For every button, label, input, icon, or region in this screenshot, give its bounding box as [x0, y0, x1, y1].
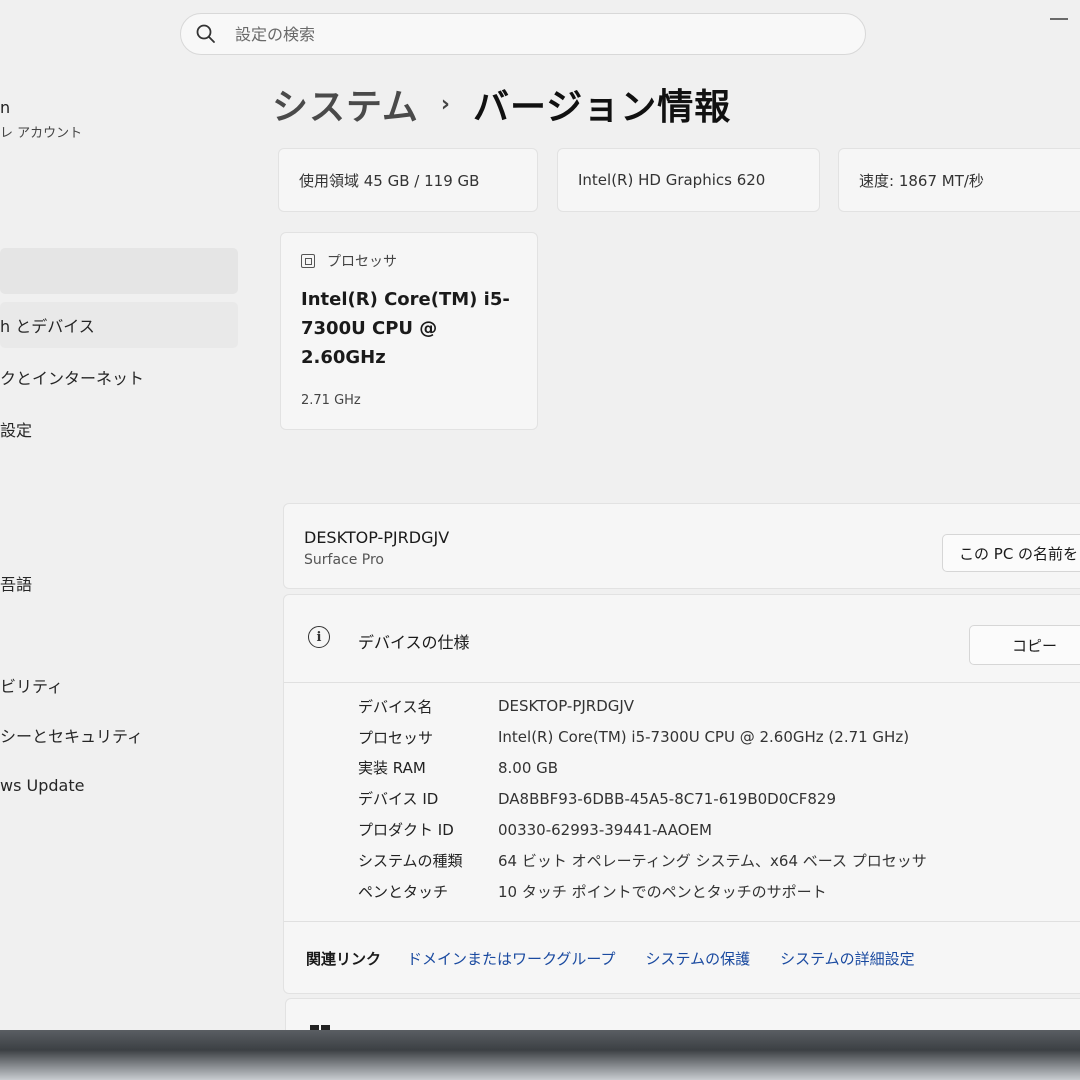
processor-name: Intel(R) Core(TM) i5-7300U CPU @ 2.60GHz: [301, 289, 510, 368]
device-bezel: [0, 1030, 1080, 1080]
spec-key: プロダクト ID: [358, 821, 454, 840]
processor-card-heading: プロセッサ: [327, 254, 397, 270]
sidebar-item-windows-update[interactable]: ws Update: [0, 762, 238, 808]
spec-value: DESKTOP-PJRDGJV: [498, 697, 635, 716]
sidebar-item-label: クとインターネット: [0, 369, 145, 388]
profile-account-type: レ アカウント: [0, 126, 83, 141]
sidebar-item-label: 吾語: [0, 575, 33, 594]
sidebar-item-accounts[interactable]: [0, 510, 238, 556]
rename-pc-button[interactable]: この PC の名前を: [942, 534, 1080, 572]
spec-row: プロダクト ID 00330-62993-39441-AAOEM: [358, 814, 927, 845]
device-model: Surface Pro: [304, 552, 384, 568]
settings-window: n レ アカウント h とデバイス クとインターネット 設定 吾語 ビリティ シ…: [0, 0, 1080, 1039]
processor-card[interactable]: プロセッサ Intel(R) Core(TM) i5-7300U CPU @ 2…: [280, 232, 538, 430]
spec-key: 実装 RAM: [358, 759, 426, 778]
spec-key: プロセッサ: [358, 728, 434, 747]
sidebar-item-accessibility[interactable]: ビリティ: [0, 662, 238, 708]
device-name: DESKTOP-PJRDGJV: [304, 528, 450, 547]
memory-card[interactable]: 速度: 1867 MT/秒: [838, 148, 1080, 212]
spec-row: デバイス名 DESKTOP-PJRDGJV: [358, 691, 927, 722]
spec-row: 実装 RAM 8.00 GB: [358, 753, 927, 784]
device-specs-header[interactable]: i デバイスの仕様 コピー: [284, 595, 1080, 683]
search-box[interactable]: [180, 13, 866, 55]
spec-value: 00330-62993-39441-AAOEM: [498, 820, 712, 839]
spec-value: DA8BBF93-6DBB-45A5-8C71-619B0D0CF829: [498, 789, 836, 808]
sidebar-item-personalization[interactable]: 設定: [0, 406, 238, 452]
chevron-right-icon: ›: [440, 91, 451, 117]
related-links-label: 関連リンク: [306, 950, 382, 968]
device-name-card: DESKTOP-PJRDGJV Surface Pro この PC の名前を: [283, 503, 1080, 589]
storage-card[interactable]: 使用領域 45 GB / 119 GB: [278, 148, 538, 212]
graphics-value: Intel(R) HD Graphics 620: [578, 171, 766, 189]
spec-key: デバイス名: [358, 697, 433, 716]
sidebar-item-bluetooth[interactable]: h とデバイス: [0, 302, 238, 348]
memory-speed-value: 速度: 1867 MT/秒: [859, 171, 984, 190]
sidebar-item-label: ws Update: [0, 775, 85, 795]
spec-value: 64 ビット オペレーティング システム、x64 ベース プロセッサ: [498, 851, 927, 870]
graphics-card[interactable]: Intel(R) HD Graphics 620: [557, 148, 820, 212]
search-input[interactable]: [235, 24, 835, 44]
spec-row: プロセッサ Intel(R) Core(TM) i5-7300U CPU @ 2.…: [358, 722, 927, 753]
sidebar-item-label: h とデバイス: [0, 317, 95, 336]
sidebar-item-system[interactable]: [0, 248, 238, 294]
sidebar-item-gaming[interactable]: [0, 612, 238, 658]
processor-speed: 2.71 GHz: [301, 393, 361, 408]
spec-value: 10 タッチ ポイントでのペンとタッチのサポート: [498, 882, 827, 901]
sidebar-item-network[interactable]: クとインターネット: [0, 354, 238, 400]
sidebar: n レ アカウント h とデバイス クとインターネット 設定 吾語 ビリティ シ…: [0, 90, 250, 990]
sidebar-item-apps[interactable]: [0, 458, 238, 504]
spec-key: デバイス ID: [358, 790, 439, 809]
spec-row: デバイス ID DA8BBF93-6DBB-45A5-8C71-619B0D0CF…: [358, 783, 927, 814]
sidebar-item-privacy-security[interactable]: シーとセキュリティ: [0, 712, 238, 758]
spec-row: ペンとタッチ 10 タッチ ポイントでのペンとタッチのサポート: [358, 876, 927, 907]
spec-key: ペンとタッチ: [358, 882, 449, 901]
info-icon: i: [308, 626, 330, 648]
spec-value: Intel(R) Core(TM) i5-7300U CPU @ 2.60GHz…: [498, 728, 910, 747]
spec-row: システムの種類 64 ビット オペレーティング システム、x64 ベース プロセッ…: [358, 845, 927, 876]
advanced-system-settings-link[interactable]: システムの詳細設定: [780, 948, 915, 969]
sidebar-item-label: 設定: [0, 421, 33, 440]
profile-name: n: [0, 98, 11, 117]
storage-value: 使用領域 45 GB / 119 GB: [299, 171, 480, 190]
spec-value: 8.00 GB: [498, 758, 559, 777]
related-links-bar: 関連リンク ドメインまたはワークグループ システムの保護 システムの詳細設定: [284, 921, 1080, 995]
domain-workgroup-link[interactable]: ドメインまたはワークグループ: [407, 948, 616, 969]
search-icon: [196, 24, 215, 43]
page-title: バージョン情報: [473, 87, 732, 128]
breadcrumb-parent[interactable]: システム: [272, 78, 419, 130]
device-specs-title: デバイスの仕様: [358, 633, 470, 652]
device-specs-panel: i デバイスの仕様 コピー デバイス名 DESKTOP-PJRDGJV プロセッサ…: [283, 594, 1080, 994]
minimize-button[interactable]: [1050, 18, 1068, 20]
spec-key: システムの種類: [358, 851, 463, 870]
sidebar-item-label: ビリティ: [0, 677, 64, 696]
breadcrumb: システム › バージョン情報: [272, 78, 731, 130]
chip-icon: [301, 254, 315, 268]
sidebar-item-label: シーとセキュリティ: [0, 727, 144, 746]
device-specs-list: デバイス名 DESKTOP-PJRDGJV プロセッサ Intel(R) Core(…: [358, 691, 927, 907]
system-protection-link[interactable]: システムの保護: [646, 948, 751, 969]
copy-button[interactable]: コピー: [969, 625, 1080, 665]
sidebar-item-time-language[interactable]: 吾語: [0, 560, 238, 606]
processor-card-header: プロセッサ: [301, 251, 397, 271]
